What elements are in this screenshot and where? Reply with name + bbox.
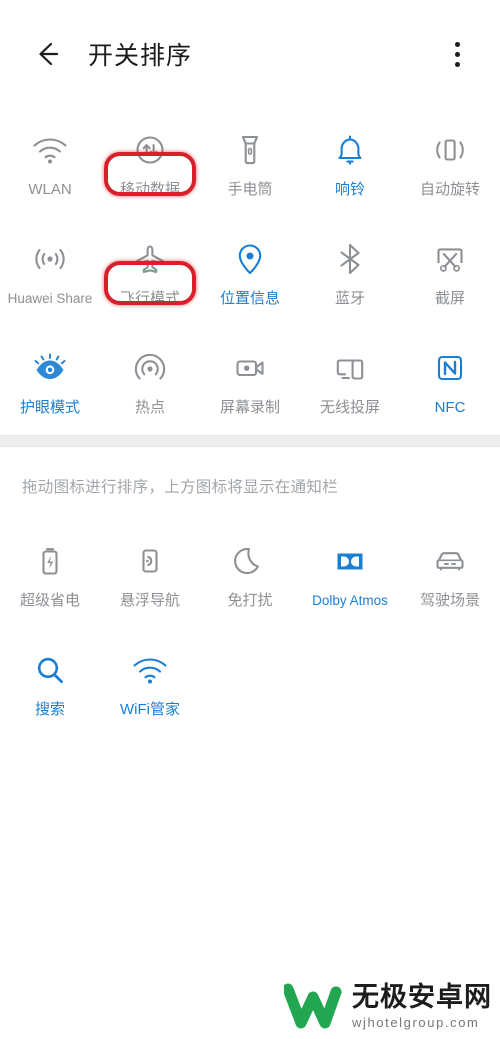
switch-tile-wifi[interactable]: WLAN (0, 108, 100, 217)
switch-tile-car[interactable]: 驾驶场景 (400, 519, 500, 628)
switch-tile-label: 屏幕录制 (219, 399, 280, 416)
switch-tile-label: Huawei Share (7, 291, 93, 306)
switch-tile-hotspot[interactable]: 热点 (100, 326, 200, 435)
eye-comfort-icon (30, 346, 70, 390)
switch-tile-label: 护眼模式 (19, 399, 80, 416)
switch-tile-label: NFC (434, 399, 466, 416)
switch-tile-auto-rotate[interactable]: 自动旋转 (400, 108, 500, 217)
section-divider (0, 435, 500, 447)
switch-tile-mobile-data[interactable]: 移动数据 (100, 108, 200, 217)
switch-tile-huawei-share[interactable]: Huawei Share (0, 217, 100, 326)
sort-hint-text: 拖动图标进行排序，上方图标将显示在通知栏 (22, 479, 339, 496)
back-button[interactable] (28, 34, 68, 74)
notification-switch-grid: WLAN 移动数据 手电筒 响铃 自动旋转 Huawei Share 飞行模式 位置信息 蓝牙 截… (0, 108, 500, 435)
switch-tile-wifi-manager[interactable]: WiFi管家 (100, 628, 200, 737)
dolby-atmos-icon (330, 539, 370, 583)
airplane-icon (130, 237, 170, 281)
hidden-switch-grid: 超级省电 悬浮导航 免打扰 Dolby Atmos 驾驶场景搜索 WiFi管家 (0, 519, 500, 737)
switch-tile-flashlight[interactable]: 手电筒 (200, 108, 300, 217)
more-vertical-icon-dot (454, 51, 460, 57)
switch-tile-bell[interactable]: 响铃 (300, 108, 400, 217)
switch-tile-label: WLAN (28, 181, 72, 198)
huawei-share-icon (30, 237, 70, 281)
mobile-data-icon (130, 128, 170, 172)
switch-tile-label: 自动旋转 (419, 181, 480, 198)
switch-tile-moon[interactable]: 免打扰 (200, 519, 300, 628)
switch-tile-screenshot[interactable]: 截屏 (400, 217, 500, 326)
switch-tile-label: 手电筒 (227, 181, 273, 198)
switch-tile-eye-comfort[interactable]: 护眼模式 (0, 326, 100, 435)
page-title: 开关排序 (88, 42, 193, 70)
wifi-manager-icon (130, 648, 170, 692)
cast-screen-icon (330, 346, 370, 390)
battery-saver-icon (30, 539, 70, 583)
switch-tile-label: 搜索 (34, 701, 65, 718)
w-logo-icon (284, 983, 342, 1029)
location-pin-icon (230, 237, 270, 281)
bluetooth-icon (330, 237, 370, 281)
screen-record-icon (230, 346, 270, 390)
switch-tile-search[interactable]: 搜索 (0, 628, 100, 737)
more-vertical-icon-dot (454, 61, 460, 67)
switch-tile-label: 无线投屏 (319, 399, 380, 416)
switch-tile-label: 免打扰 (227, 592, 273, 609)
switch-tile-label: 响铃 (334, 181, 365, 198)
switch-tile-label: 移动数据 (119, 181, 180, 198)
switch-tile-screen-record[interactable]: 屏幕录制 (200, 326, 300, 435)
switch-tile-label: 飞行模式 (119, 290, 180, 307)
phone-screen: 开关排序 WLAN 移动数据 手电筒 响铃 自动旋转 Huawei Share 飞行模式 位置… (0, 0, 500, 1039)
switch-tile-battery-saver[interactable]: 超级省电 (0, 519, 100, 628)
switch-tile-label: 热点 (134, 399, 165, 416)
arrow-left-icon (39, 42, 59, 66)
switch-tile-dolby-atmos[interactable]: Dolby Atmos (300, 519, 400, 628)
moon-icon (230, 539, 270, 583)
switch-tile-nfc[interactable]: NFC (400, 326, 500, 435)
switch-tile-label: 蓝牙 (334, 290, 365, 307)
app-header: 开关排序 (0, 0, 500, 108)
car-icon (430, 539, 470, 583)
search-icon (30, 648, 70, 692)
switch-tile-floating-nav[interactable]: 悬浮导航 (100, 519, 200, 628)
wifi-icon (30, 128, 70, 172)
switch-tile-label: 位置信息 (219, 290, 280, 307)
more-vertical-icon-dot (454, 41, 460, 47)
watermark-url: wjhotelgroup.com (352, 1014, 480, 1030)
switch-tile-cast-screen[interactable]: 无线投屏 (300, 326, 400, 435)
switch-tile-label: 驾驶场景 (419, 592, 480, 609)
overflow-menu-button[interactable] (440, 34, 474, 74)
switch-tile-label: 超级省电 (19, 592, 80, 609)
bell-icon (330, 128, 370, 172)
switch-tile-bluetooth[interactable]: 蓝牙 (300, 217, 400, 326)
flashlight-icon (230, 128, 270, 172)
site-watermark: 无极安卓网 wjhotelgroup.com (284, 983, 492, 1029)
switch-tile-label: Dolby Atmos (312, 593, 388, 608)
auto-rotate-icon (430, 128, 470, 172)
switch-tile-airplane[interactable]: 飞行模式 (100, 217, 200, 326)
switch-tile-location-pin[interactable]: 位置信息 (200, 217, 300, 326)
screenshot-icon (430, 237, 470, 281)
floating-nav-icon (130, 539, 170, 583)
hotspot-icon (130, 346, 170, 390)
switch-tile-label: WiFi管家 (120, 701, 180, 718)
switch-tile-label: 悬浮导航 (119, 592, 180, 609)
watermark-title: 无极安卓网 (352, 981, 492, 1012)
switch-tile-label: 截屏 (434, 290, 465, 307)
nfc-icon (430, 346, 470, 390)
